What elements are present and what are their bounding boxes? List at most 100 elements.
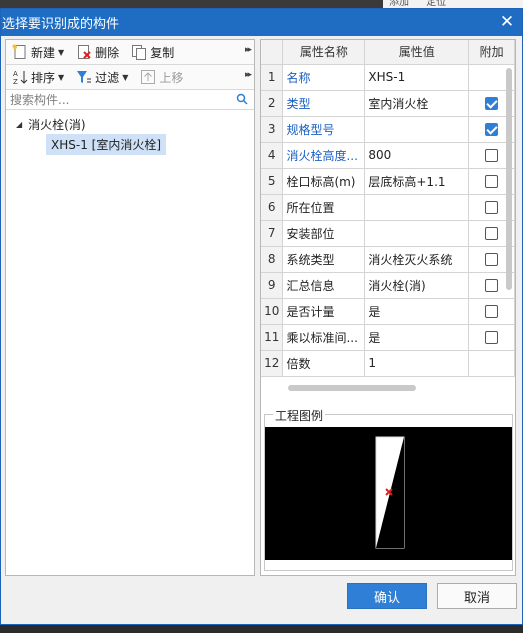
row-index: 9 [261, 272, 284, 299]
new-button[interactable]: 新建 ▼ [10, 42, 66, 62]
property-name-cell: 安装部位 [282, 220, 366, 247]
filter-button-label: 过滤 [95, 70, 120, 85]
table-row[interactable]: 9 汇总信息 消火栓(消) [261, 272, 515, 299]
row-index: 10 [261, 298, 284, 325]
property-value-cell[interactable] [364, 194, 470, 221]
vertical-scrollbar[interactable] [506, 68, 512, 290]
move-up-icon [140, 69, 156, 85]
row-index: 2 [261, 90, 284, 117]
table-row[interactable]: 7 安装部位 [261, 220, 515, 247]
property-value-cell[interactable] [364, 220, 470, 247]
table-row[interactable]: 4 消火栓高度... 800 [261, 142, 515, 169]
property-table: 属性名称 属性值 附加 1 名称 XHS-1 2 类型 室内消火栓 3 规格型号 4 消火栓高度.… [261, 40, 515, 377]
property-name-cell: 消火栓高度... [282, 142, 366, 169]
table-row[interactable]: 8 系统类型 消火栓灭火系统 [261, 246, 515, 273]
checkbox-unchecked[interactable] [485, 253, 499, 266]
checkbox-checked[interactable] [485, 123, 499, 136]
property-name-cell: 系统类型 [282, 246, 366, 273]
delete-button[interactable]: 删除 [74, 42, 121, 62]
copy-button[interactable]: 复制 [129, 42, 176, 62]
filter-icon [76, 69, 92, 85]
copy-button-label: 复制 [150, 45, 175, 60]
legend-title: 工程图例 [273, 407, 326, 424]
property-value-cell[interactable]: 800 [364, 142, 470, 169]
sort-icon: AZ [12, 69, 28, 86]
checkbox-unchecked[interactable] [485, 201, 499, 214]
property-value-cell[interactable]: 层底标高+1.1 [364, 168, 470, 195]
table-row[interactable]: 10 是否计量是 [261, 298, 515, 325]
table-header-row: 属性名称 属性值 附加 [261, 40, 515, 65]
toolbar-overflow-icon[interactable]: ▸▸ [245, 45, 252, 55]
move-up-button[interactable]: 上移 [138, 67, 185, 87]
property-value-cell[interactable]: 1 [364, 350, 470, 377]
checkbox-unchecked[interactable] [485, 227, 499, 240]
row-index: 11 [261, 324, 284, 351]
property-name-cell: 名称 [282, 64, 366, 91]
property-value-cell[interactable] [364, 116, 470, 143]
additional-cell [468, 324, 515, 351]
component-tree: ◢ 消火栓(消) XHS-1 [室内消火栓] [6, 110, 254, 155]
table-row[interactable]: 1 名称 XHS-1 [261, 64, 515, 91]
table-row[interactable]: 2 类型 室内消火栓 [261, 90, 515, 117]
confirm-button[interactable]: 确认 [347, 583, 427, 609]
property-grid: 属性名称 属性值 附加 1 名称 XHS-1 2 类型 室内消火栓 3 规格型号 4 消火栓高度.… [261, 40, 515, 381]
property-name-cell: 栓口标高(m) [282, 168, 366, 195]
checkbox-unchecked[interactable] [485, 305, 499, 318]
additional-cell [468, 298, 515, 325]
property-value-cell[interactable]: 是 [364, 324, 470, 351]
checkbox-unchecked[interactable] [485, 331, 499, 344]
new-document-icon [12, 44, 28, 60]
checkbox-unchecked[interactable] [485, 279, 499, 292]
svg-text:A: A [13, 70, 18, 78]
svg-text:Z: Z [13, 78, 18, 85]
search-input[interactable]: 搜索构件... [10, 91, 69, 108]
background-menu: 添加 定位 [383, 0, 523, 8]
table-row[interactable]: 5 栓口标高(m) 层底标高+1.1 [261, 168, 515, 195]
property-name-cell: 汇总信息 [282, 272, 366, 299]
tree-expand-icon[interactable]: ◢ [16, 120, 22, 129]
copy-icon [131, 44, 147, 60]
property-value-cell[interactable]: 消火栓(消) [364, 272, 470, 299]
tree-node-hydrant[interactable]: ◢ 消火栓(消) [6, 114, 254, 134]
property-value-cell[interactable]: XHS-1 [364, 64, 470, 91]
delete-icon [76, 44, 92, 60]
sort-dropdown-icon[interactable]: ▼ [58, 73, 64, 82]
legend-group: 工程图例 [264, 407, 513, 571]
close-button[interactable]: ✕ [498, 13, 516, 31]
background-menu-locate: 定位 [426, 0, 447, 8]
table-row[interactable]: 11 乘以标准间... 是 [261, 324, 515, 351]
move-up-button-label: 上移 [159, 70, 184, 85]
row-index: 12 [261, 350, 284, 377]
sort-button[interactable]: AZ 排序 ▼ [10, 67, 66, 87]
search-box[interactable]: 搜索构件... [6, 90, 254, 110]
header-additional[interactable]: 附加 [468, 40, 515, 65]
row-index: 7 [261, 220, 284, 247]
table-row[interactable]: 3 规格型号 [261, 116, 515, 143]
cancel-button[interactable]: 取消 [437, 583, 517, 609]
property-value-cell[interactable]: 是 [364, 298, 470, 325]
hydrant-symbol-icon [375, 436, 405, 549]
table-row[interactable]: 6 所在位置 [261, 194, 515, 221]
new-button-label: 新建 [31, 45, 56, 60]
search-icon[interactable] [236, 93, 248, 105]
filter-dropdown-icon[interactable]: ▼ [122, 73, 128, 82]
property-value-cell[interactable]: 室内消火栓 [364, 90, 470, 117]
checkbox-checked[interactable] [485, 97, 499, 110]
toolbar-overflow-icon-2[interactable]: ▸▸ [245, 70, 252, 80]
row-index: 3 [261, 116, 284, 143]
table-row[interactable]: 12 倍数 1 [261, 350, 515, 377]
row-index: 1 [261, 64, 284, 91]
property-panel: 属性名称 属性值 附加 1 名称 XHS-1 2 类型 室内消火栓 3 规格型号 4 消火栓高度.… [260, 39, 516, 576]
tree-node-label: 消火栓(消) [28, 117, 86, 132]
filter-button[interactable]: 过滤 ▼ [74, 67, 130, 87]
header-property-value[interactable]: 属性值 [364, 40, 470, 65]
toolbar-primary: 新建 ▼ 删除 复制 ▸▸ [6, 40, 254, 65]
checkbox-unchecked[interactable] [485, 175, 499, 188]
row-index: 4 [261, 142, 284, 169]
property-value-cell[interactable]: 消火栓灭火系统 [364, 246, 470, 273]
new-dropdown-icon[interactable]: ▼ [58, 48, 64, 57]
header-property-name[interactable]: 属性名称 [282, 40, 366, 65]
horizontal-scrollbar[interactable] [288, 385, 416, 391]
checkbox-unchecked[interactable] [485, 149, 499, 162]
tree-node-xhs1[interactable]: XHS-1 [室内消火栓] [6, 133, 254, 155]
